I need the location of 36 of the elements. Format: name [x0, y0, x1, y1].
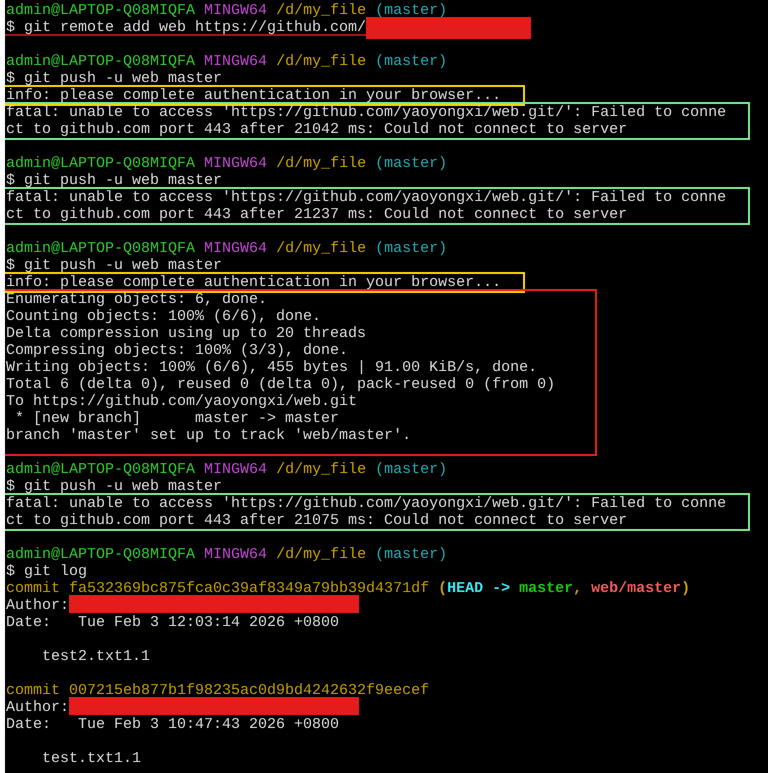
output-line: Date: Tue Feb 3 12:03:14 2026 +0800 — [5, 614, 340, 631]
prompt-line: admin@LAPTOP-Q08MIQFA MINGW64 /d/my_file (master) — [5, 461, 448, 478]
output-line: Enumerating objects: 6, done. — [5, 291, 268, 308]
output-line: * [new branch] master -> master — [14, 410, 340, 427]
prompt-line: admin@LAPTOP-Q08MIQFA MINGW64 /d/my_file (master) — [5, 546, 448, 563]
output-line: branch 'master' set up to track 'web/master'. — [5, 427, 412, 444]
output-line: fatal: unable to access 'https://github.com/yaoyongxi/web.git/': Failed to conne — [5, 189, 726, 206]
prompt-line: admin@LAPTOP-Q08MIQFA MINGW64 /d/my_file (master) — [5, 53, 448, 70]
author-label: Author: — [5, 597, 70, 614]
output-line: Date: Tue Feb 3 10:47:43 2026 +0800 — [5, 716, 340, 733]
commit-line: commit 007215eb877b1f98235ac0d9bd4242632f9eecef — [5, 682, 430, 699]
output-line: To https://github.com/yaoyongxi/web.git — [5, 393, 358, 410]
command-line: $ git log — [5, 563, 88, 580]
output-line: info: please complete authentication in your browser... — [5, 87, 502, 104]
output-line: ct to github.com port 443 after 21075 ms: Could not connect to server — [5, 512, 628, 529]
output-line: Total 6 (delta 0), reused 0 (delta 0), pack-reused 0 (from 0) — [5, 376, 556, 393]
output-line: fatal: unable to access 'https://github.com/yaoyongxi/web.git/': Failed to conne — [5, 104, 726, 121]
output-line: ct to github.com port 443 after 21042 ms: Could not connect to server — [5, 121, 628, 138]
output-line: info: please complete authentication in your browser... — [5, 274, 502, 291]
command-line: $ git push -u web master — [5, 172, 222, 189]
output-line: Writing objects: 100% (6/6), 455 bytes | 91.00 KiB/s, done. — [5, 359, 538, 376]
command-line: $ git push -u web master — [5, 70, 242, 87]
output-line: Compressing objects: 100% (3/3), done. — [5, 342, 348, 359]
output-line: ct to github.com port 443 after 21237 ms: Could not connect to server — [5, 206, 628, 223]
commit-message: test.txt1.1 — [41, 750, 142, 767]
prompt-line: admin@LAPTOP-Q08MIQFA MINGW64 /d/my_file (master) — [5, 2, 448, 19]
prompt-line: admin@LAPTOP-Q08MIQFA MINGW64 /d/my_file (master) — [5, 240, 448, 257]
prompt-line: admin@LAPTOP-Q08MIQFA MINGW64 /d/my_file (master) — [5, 155, 448, 172]
output-line: fatal: unable to access 'https://github.com/yaoyongxi/web.git/': Failed to conne — [5, 495, 726, 512]
author-label: Author: — [5, 699, 70, 716]
commit-line: commit fa532369bc875fca0c39af8349a79bb39d4371df (HEAD -> master, web/master) — [5, 580, 690, 597]
commit-message: test2.txt1.1 — [41, 648, 150, 665]
command-line: $ git push -u web master — [5, 478, 222, 495]
output-line: Counting objects: 100% (6/6), done. — [5, 308, 322, 325]
command-line: $ git push -u web master — [5, 257, 222, 274]
output-line: Delta compression using up to 20 threads — [5, 325, 366, 342]
